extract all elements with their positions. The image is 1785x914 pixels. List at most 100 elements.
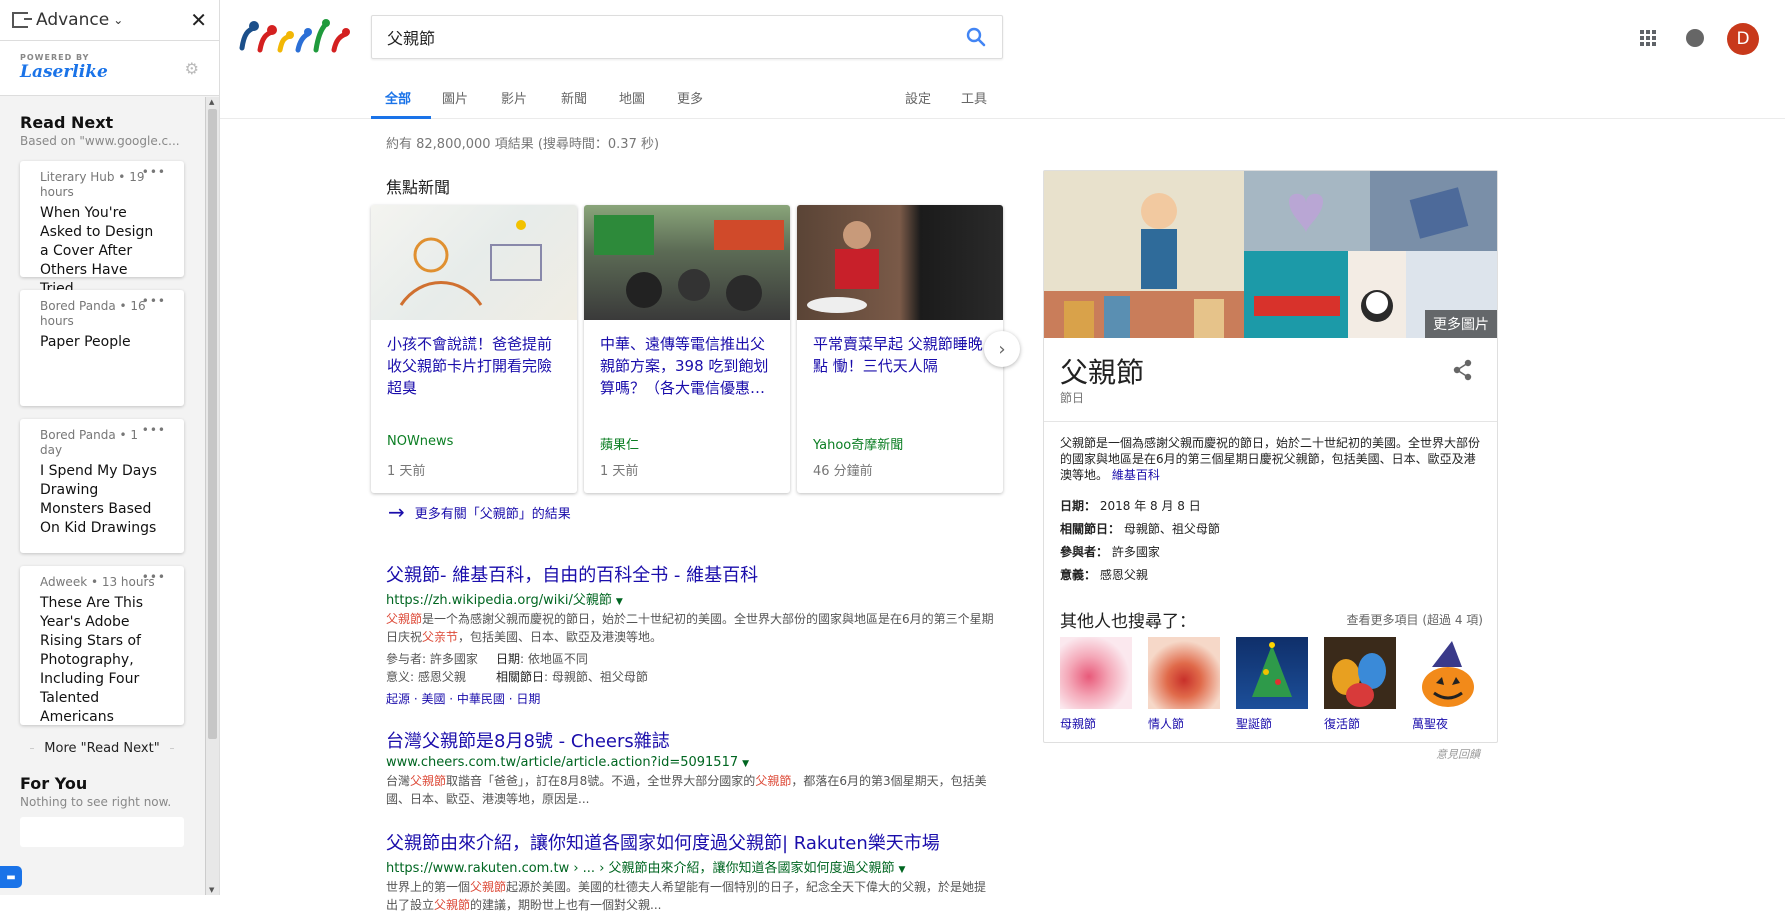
feedback-link[interactable]: 意見回饋 [1436, 746, 1480, 762]
fact-item: 參与者: 許多國家 [386, 652, 478, 666]
tab-videos[interactable]: 影片 [501, 88, 527, 107]
search-box[interactable] [371, 15, 1003, 59]
related-thumbnail[interactable] [1324, 637, 1396, 709]
news-time: 1 天前 [387, 464, 426, 479]
related-label[interactable]: 母親節 [1060, 715, 1132, 732]
close-icon[interactable]: ✕ [190, 8, 207, 32]
news-card[interactable]: 小孩不會說謊！爸爸提前收父親節卡片打開看完險超臭 NOWnews 1 天前 [371, 205, 577, 493]
related-search-item[interactable]: 聖誕節 [1236, 637, 1308, 732]
apps-grid-icon[interactable] [1640, 30, 1656, 46]
share-icon[interactable] [1453, 359, 1473, 381]
snippet-text: 取諧音「爸爸」，訂在8月8號。不過，全世界大部分國家的 [446, 774, 756, 788]
divider [1044, 421, 1497, 422]
for-you-card[interactable] [20, 817, 184, 847]
entity-description: 父親節是一個為感謝父親而慶祝的節日，始於二十世紀初的美國。全世界大部份的國家與地… [1060, 435, 1485, 483]
notifications-icon[interactable] [1686, 29, 1704, 47]
tab-tools[interactable]: 工具 [961, 88, 987, 107]
tab-images[interactable]: 圖片 [442, 88, 468, 107]
account-avatar[interactable]: D [1727, 23, 1759, 55]
related-thumbnail[interactable] [1060, 637, 1132, 709]
view-more-link[interactable]: 查看更多項目 (超過 4 項) [1347, 611, 1483, 628]
more-options-icon[interactable]: ••• [142, 423, 166, 437]
doodle-logo[interactable] [236, 16, 356, 56]
tab-maps[interactable]: 地圖 [619, 88, 645, 107]
news-card[interactable]: 平常賣菜早起 父親節睡晚點 慟！三代天人隔 Yahoo奇摩新聞 46 分鐘前 [797, 205, 1003, 493]
fact-key: 參與者： [1060, 545, 1109, 559]
more-options-icon[interactable]: ••• [142, 294, 166, 308]
related-search-item[interactable]: 情人節 [1148, 637, 1220, 732]
entity-title: 父親節 [1060, 356, 1145, 389]
result-title[interactable]: 父親節由來介紹，讓你知道各國家如何度過父親節| Rakuten樂天市場 [386, 833, 940, 854]
wikipedia-link[interactable]: 維基百科 [1112, 468, 1160, 482]
related-thumbnail[interactable] [1412, 637, 1484, 709]
news-card[interactable]: 中華、遠傳等電信推出父親節方案，398 吃到飽划算嗎？（各大電信優惠… 蘋果仁 … [584, 205, 790, 493]
sidebar-title[interactable]: Advance [36, 10, 109, 30]
tab-settings[interactable]: 設定 [905, 88, 931, 107]
news-thumbnail[interactable] [797, 205, 1003, 320]
related-label[interactable]: 萬聖夜 [1412, 715, 1484, 732]
result-title[interactable]: 父親節- 維基百科，自由的百科全书 - 維基百科 [386, 565, 758, 586]
more-news-link[interactable]: → 更多有關「父親節」的結果 [388, 500, 571, 524]
gear-icon[interactable]: ⚙ [185, 59, 199, 78]
carousel-next-button[interactable]: › [984, 331, 1020, 367]
news-title[interactable]: 中華、遠傳等電信推出父親節方案，398 吃到飽划算嗎？（各大電信優惠… [584, 320, 790, 426]
search-header: D 全部 圖片 影片 新聞 地圖 更多 設定 工具 [220, 0, 1785, 119]
fact-value: 母親節、祖父母節 [1123, 522, 1220, 536]
related-label[interactable]: 情人節 [1148, 715, 1220, 732]
active-tab-indicator [371, 116, 431, 119]
card-title[interactable]: I Spend My Days Drawing Monsters Based O… [40, 462, 164, 538]
tab-all[interactable]: 全部 [385, 88, 411, 107]
result-url: www.cheers.com.tw/article/article.action… [386, 755, 996, 770]
related-label[interactable]: 聖誕節 [1236, 715, 1308, 732]
news-title[interactable]: 小孩不會說謊！爸爸提前收父親節卡片打開看完險超臭 [371, 320, 577, 426]
more-options-icon[interactable]: ••• [142, 570, 166, 584]
scroll-up-icon[interactable]: ▲ [209, 98, 214, 106]
related-thumbnail[interactable] [1148, 637, 1220, 709]
related-label[interactable]: 復活節 [1324, 715, 1396, 732]
news-title[interactable]: 平常賣菜早起 父親節睡晚點 慟！三代天人隔 [797, 320, 1003, 426]
tab-news[interactable]: 新聞 [561, 88, 587, 107]
scroll-down-icon[interactable]: ▼ [209, 886, 214, 894]
dropdown-triangle-icon[interactable]: ▼ [899, 865, 906, 875]
card-title[interactable]: When You're Asked to Design a Cover Afte… [40, 204, 164, 299]
sidebar-feed[interactable]: Read Next Based on "www.google.c... Lite… [0, 97, 204, 895]
tab-more[interactable]: 更多 [677, 88, 703, 107]
card-title[interactable]: These Are This Year's Adobe Rising Stars… [40, 594, 164, 727]
read-next-heading: Read Next [20, 113, 114, 132]
read-next-card[interactable]: Bored Panda • 1 day ••• I Spend My Days … [20, 419, 184, 553]
for-you-subtitle: Nothing to see right now. [20, 795, 172, 809]
news-thumbnail[interactable] [584, 205, 790, 320]
news-source: Yahoo奇摩新聞 [813, 438, 904, 453]
card-title[interactable]: Paper People [40, 333, 164, 352]
related-thumbnail[interactable] [1236, 637, 1308, 709]
related-search-item[interactable]: 復活節 [1324, 637, 1396, 732]
read-next-card[interactable]: Literary Hub • 19 hours ••• When You're … [20, 161, 184, 297]
fact-key: 意義： [1060, 568, 1097, 582]
dropdown-triangle-icon[interactable]: ▼ [616, 597, 623, 607]
dropdown-triangle-icon[interactable]: ▼ [742, 759, 749, 769]
more-options-icon[interactable]: ••• [142, 165, 166, 179]
search-input[interactable] [387, 27, 947, 47]
related-search-item[interactable]: 母親節 [1060, 637, 1132, 732]
snippet-text: 的建議，期盼世上也有一個對父親... [470, 898, 662, 912]
chevron-down-icon[interactable]: ⌄ [113, 13, 123, 27]
result-url-text: https://www.rakuten.com.tw › ... › 父親節由來… [386, 861, 895, 876]
result-sitelinks[interactable]: 起源 · 美國 · 中華民國 · 日期 [386, 690, 996, 707]
knowledge-panel-images[interactable]: 更多圖片 [1044, 171, 1497, 338]
more-read-next-button[interactable]: More "Read Next" [20, 741, 184, 756]
related-search-item[interactable]: 萬聖夜 [1412, 637, 1484, 732]
exit-icon[interactable] [12, 12, 32, 28]
news-thumbnail[interactable] [371, 205, 577, 320]
result-title[interactable]: 台灣父親節是8月8號 - Cheers雜誌 [386, 731, 670, 752]
laserlike-logo[interactable]: Laserlike [20, 62, 199, 82]
search-icon[interactable] [966, 27, 986, 47]
scrollbar-thumb[interactable] [208, 109, 217, 739]
read-next-card[interactable]: Bored Panda • 16 hours ••• Paper People [20, 290, 184, 406]
read-next-card[interactable]: Adweek • 13 hours ••• These Are This Yea… [20, 566, 184, 725]
more-images-button[interactable]: 更多圖片 [1425, 310, 1497, 338]
chat-icon[interactable]: ▬ [0, 866, 22, 888]
sidebar-scrollbar[interactable]: ▲ ▼ [205, 97, 219, 895]
knowledge-panel: 更多圖片 父親節 節日 父親節是一個為感謝父親而慶祝的節日，始於二十世紀初的美國… [1043, 170, 1498, 743]
powered-by-label: POWERED BY [20, 53, 90, 62]
news-time: 46 分鐘前 [813, 464, 873, 479]
